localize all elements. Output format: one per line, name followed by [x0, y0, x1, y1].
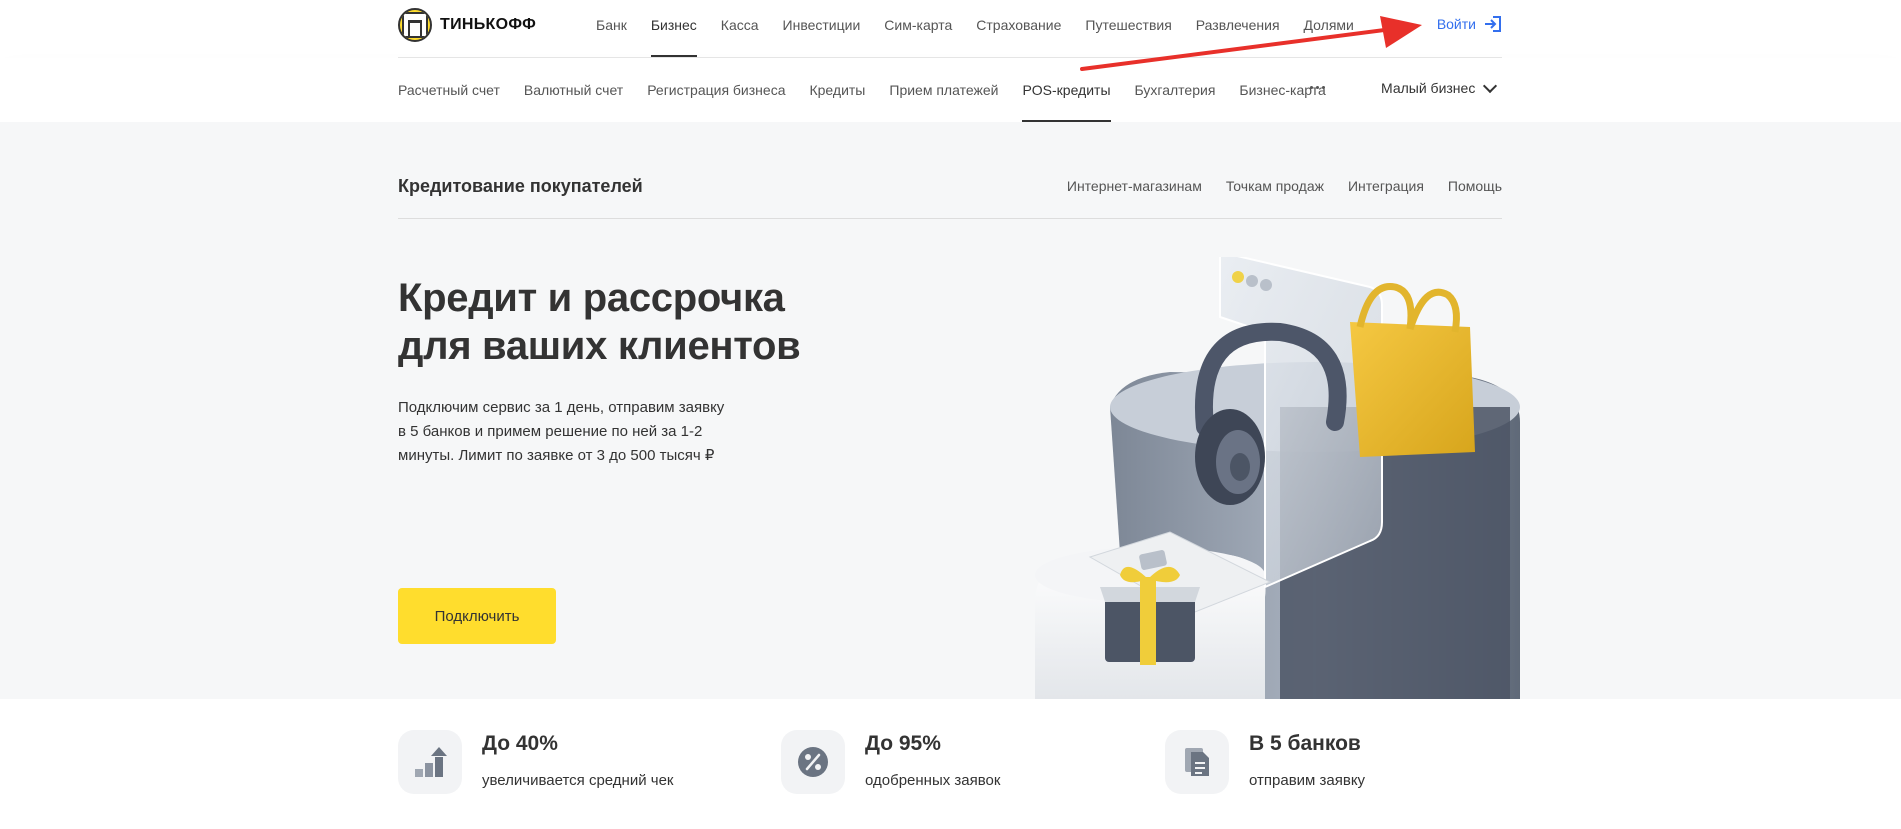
sub-nav-item-registration[interactable]: Регистрация бизнеса [647, 58, 785, 122]
hero-description-line: Подключим сервис за 1 день, отправим зая… [398, 399, 725, 416]
stat-label: одобренных заявок [865, 772, 1001, 789]
section-link-integration[interactable]: Интеграция [1348, 178, 1424, 194]
sub-nav-item-payments[interactable]: Прием платежей [889, 58, 998, 122]
stat-value: В 5 банков [1249, 732, 1361, 755]
stat-item: До 40% увеличивается средний чек [398, 730, 673, 794]
stat-text: До 95% одобренных заявок [865, 730, 1000, 794]
top-nav-item-kassa[interactable]: Касса [721, 0, 759, 58]
hero-section: Кредитование покупателей Интернет-магази… [0, 122, 1901, 699]
annotation-arrow-icon [1080, 16, 1422, 71]
chevron-down-icon [1483, 78, 1498, 93]
stat-value: До 40% [482, 732, 558, 755]
connect-button[interactable]: Подключить [398, 588, 556, 644]
hero-description: Подключим сервис за 1 день, отправим зая… [398, 396, 738, 468]
top-nav-item-insurance[interactable]: Страхование [976, 0, 1061, 58]
hero-illustration [1035, 257, 1520, 699]
page: ТИНЬКОФФ Банк Бизнес Касса Инвестиции Си… [0, 0, 1901, 829]
section-header: Кредитование покупателей Интернет-магази… [398, 122, 1502, 219]
stat-label: отправим заявку [1249, 772, 1366, 789]
top-nav-item-business[interactable]: Бизнес [650, 0, 697, 58]
top-nav-item-investments[interactable]: Инвестиции [783, 0, 861, 58]
stat-value: До 95% [865, 732, 941, 755]
stat-item: В 5 банков отправим заявку [1165, 730, 1365, 794]
segment-select[interactable]: Малый бизнес [1381, 78, 1498, 96]
top-header: ТИНЬКОФФ Банк Бизнес Касса Инвестиции Си… [0, 0, 1901, 58]
section-link-online-shops[interactable]: Интернет-магазинам [1067, 178, 1202, 194]
stats-row: До 40% увеличивается средний чек До 95% … [398, 730, 1502, 829]
hero-description-line: минуты. Лимит по заявке от 3 до 500 тыся… [398, 447, 715, 464]
hero-description-line: в 5 банков и примем решение по ней за 1-… [398, 423, 703, 440]
section-link-help[interactable]: Помощь [1448, 178, 1502, 194]
brand-logo[interactable]: ТИНЬКОФФ [398, 8, 536, 42]
top-nav-item-bank[interactable]: Банк [596, 0, 627, 58]
stat-text: До 40% увеличивается средний чек [482, 730, 673, 794]
segment-select-label: Малый бизнес [1381, 80, 1476, 96]
hero-title: Кредит и рассрочка для ваших клиентов [398, 274, 801, 370]
stat-text: В 5 банков отправим заявку [1249, 730, 1365, 794]
top-nav-item-sim[interactable]: Сим-карта [884, 0, 952, 58]
login-icon [1485, 16, 1501, 32]
hero-title-line: для ваших клиентов [398, 324, 801, 368]
login-label: Войти [1436, 16, 1476, 32]
sub-nav-item-credits[interactable]: Кредиты [809, 58, 865, 122]
brand-name: ТИНЬКОФФ [440, 16, 537, 33]
section-title: Кредитование покупателей [398, 176, 643, 196]
hero-title-line: Кредит и рассрочка [398, 276, 785, 320]
stat-item: До 95% одобренных заявок [781, 730, 1000, 794]
login-button[interactable]: Войти [1437, 16, 1502, 32]
brand-emblem-icon [398, 8, 432, 42]
section-link-points-of-sale[interactable]: Точкам продаж [1226, 178, 1324, 194]
percent-icon [781, 730, 845, 794]
growth-icon [398, 730, 462, 794]
sub-nav-item-account[interactable]: Расчетный счет [398, 58, 500, 122]
sub-nav-item-currency-account[interactable]: Валютный счет [524, 58, 623, 122]
sub-header: Расчетный счет Валютный счет Регистрация… [0, 58, 1901, 122]
section-links: Интернет-магазинам Точкам продаж Интегра… [1067, 178, 1502, 194]
documents-icon [1165, 730, 1229, 794]
stat-label: увеличивается средний чек [482, 772, 674, 789]
more-icon[interactable] [1310, 86, 1325, 89]
